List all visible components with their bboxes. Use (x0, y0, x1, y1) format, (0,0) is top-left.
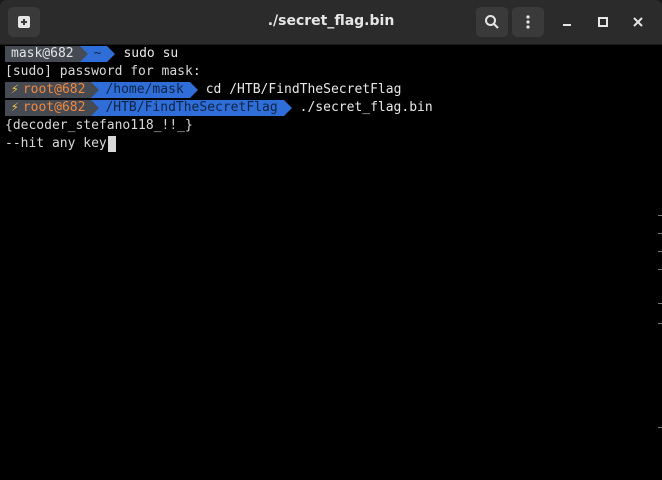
prompt-separator (79, 46, 88, 62)
prompt-dir: ~ (87, 46, 108, 62)
minimize-button[interactable] (553, 7, 581, 37)
maximize-button[interactable] (589, 7, 617, 37)
prompt-dir: /HTB/FindTheSecretFlag (99, 100, 284, 116)
prompt-user: ⚡ root@682 (5, 100, 92, 116)
sudo-prompt-line: [sudo] password for mask: (5, 64, 201, 79)
prompt-line: mask@682 ~ sudo su (5, 45, 654, 63)
output-line: {decoder_stefano118_!!_} (5, 118, 193, 133)
prompt-line: ⚡ root@682/home/mask cd /HTB/FindTheSecret… (5, 81, 654, 99)
close-button[interactable] (624, 7, 652, 37)
terminal-window: ./secret_flag.bin mask@682 ~ sudo su [su… (0, 0, 662, 480)
prompt-line: ⚡ root@682/HTB/FindTheSecretFlag ./secret_… (5, 99, 654, 117)
menu-button[interactable] (512, 7, 544, 37)
bolt-icon: ⚡ (11, 82, 19, 97)
prompt-separator (91, 82, 100, 98)
bolt-icon: ⚡ (11, 100, 19, 115)
minimize-icon (563, 24, 571, 26)
command-text: ./secret_flag.bin (299, 100, 433, 115)
prompt-separator (283, 100, 292, 116)
prompt-dir: /home/mask (99, 82, 190, 98)
terminal-output[interactable]: mask@682 ~ sudo su [sudo] password for mas… (5, 45, 654, 478)
menu-icon (526, 15, 530, 29)
output-text: --hit any key (5, 136, 107, 151)
command-text: sudo su (123, 46, 179, 61)
command-text: cd /HTB/FindTheSecretFlag (205, 82, 402, 97)
prompt-separator (91, 100, 100, 116)
prompt-separator (189, 82, 198, 98)
close-icon (633, 17, 643, 27)
search-icon (485, 15, 499, 29)
title-bar: ./secret_flag.bin (0, 0, 662, 45)
maximize-icon (598, 17, 608, 27)
prompt-separator (107, 46, 116, 62)
text-cursor (107, 136, 116, 152)
prompt-user: mask@682 (5, 46, 80, 62)
prompt-user: ⚡ root@682 (5, 82, 92, 98)
output-line: --hit any key (5, 135, 654, 153)
prompt-user-name: root@682 (22, 100, 86, 115)
prompt-user-name: root@682 (22, 82, 86, 97)
search-button[interactable] (476, 7, 508, 37)
